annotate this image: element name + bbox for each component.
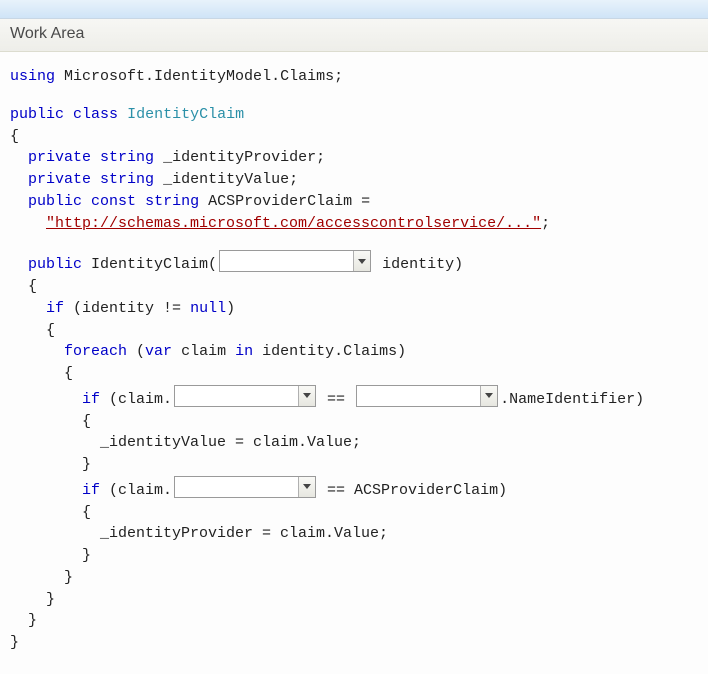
if2-open: (claim. xyxy=(109,482,172,499)
class-close-brace: } xyxy=(10,632,698,654)
using-line: using Microsoft.IdentityModel.Claims; xyxy=(10,66,698,88)
class-open-brace: { xyxy=(10,126,698,148)
kw-const: const xyxy=(91,193,136,210)
using-namespace: Microsoft.IdentityModel.Claims; xyxy=(64,68,343,85)
ctor-open-brace: { xyxy=(10,276,698,298)
field1-name: _identityProvider; xyxy=(163,149,325,166)
kw-string: string xyxy=(145,193,199,210)
if-nameidentifier-line: if (claim. == .NameIdentifier) xyxy=(10,385,698,411)
ctor-line: public IdentityClaim( identity) xyxy=(10,250,698,276)
kw-public: public xyxy=(10,106,64,123)
if-null-open-brace: { xyxy=(10,320,698,342)
const-decl-line: public const string ACSProviderClaim = xyxy=(10,191,698,213)
claim-property-dropdown-1[interactable] xyxy=(174,385,316,407)
if1-open: (claim. xyxy=(109,391,172,408)
kw-string: string xyxy=(100,171,154,188)
ctor-close-param: identity) xyxy=(373,256,463,273)
cond-close: ) xyxy=(226,300,235,317)
field2-name: _identityValue; xyxy=(163,171,298,188)
const-semicolon: ; xyxy=(541,215,550,232)
kw-class: class xyxy=(73,106,118,123)
kw-string: string xyxy=(100,149,154,166)
foreach-open-a: ( xyxy=(136,343,145,360)
const-value-line: "http://schemas.microsoft.com/accesscont… xyxy=(10,213,698,235)
chevron-down-icon xyxy=(480,386,497,406)
if-null-line: if (identity != null) xyxy=(10,298,698,320)
assign-identity-provider: _identityProvider = claim.Value; xyxy=(10,523,698,545)
kw-if: if xyxy=(82,482,100,499)
kw-null: null xyxy=(190,300,226,317)
const-value: "http://schemas.microsoft.com/accesscont… xyxy=(46,215,541,232)
class-name: IdentityClaim xyxy=(127,106,244,123)
if2-open-brace: { xyxy=(10,502,698,524)
if-null-close-brace: } xyxy=(10,589,698,611)
if2-close-brace: } xyxy=(10,545,698,567)
field-identity-provider: private string _identityProvider; xyxy=(10,147,698,169)
acs-close: == ACSProviderClaim) xyxy=(318,482,507,499)
kw-foreach: foreach xyxy=(64,343,127,360)
claim-compare-dropdown[interactable] xyxy=(356,385,498,407)
assign-identity-value: _identityValue = claim.Value; xyxy=(10,432,698,454)
code-editor: using Microsoft.IdentityModel.Claims; pu… xyxy=(0,52,708,674)
work-area-header: Work Area xyxy=(0,19,708,52)
claim-property-dropdown-2[interactable] xyxy=(174,476,316,498)
param-type-dropdown[interactable] xyxy=(219,250,371,272)
field-identity-value: private string _identityValue; xyxy=(10,169,698,191)
foreach-close-brace: } xyxy=(10,567,698,589)
kw-public: public xyxy=(28,256,82,273)
chevron-down-icon xyxy=(298,477,315,497)
foreach-line: foreach (var claim in identity.Claims) xyxy=(10,341,698,363)
chevron-down-icon xyxy=(353,251,370,271)
work-area-title: Work Area xyxy=(10,25,84,42)
ctor-open: IdentityClaim( xyxy=(91,256,217,273)
if-acsprovider-line: if (claim. == ACSProviderClaim) xyxy=(10,476,698,502)
top-accent-band xyxy=(0,0,708,19)
eq1: == xyxy=(318,391,354,408)
kw-private: private xyxy=(28,171,91,188)
chevron-down-icon xyxy=(298,386,315,406)
const-name: ACSProviderClaim = xyxy=(208,193,370,210)
kw-using: using xyxy=(10,68,55,85)
if1-close-brace: } xyxy=(10,454,698,476)
foreach-mid2: identity.Claims) xyxy=(253,343,406,360)
foreach-mid1: claim xyxy=(172,343,235,360)
foreach-open-brace: { xyxy=(10,363,698,385)
ctor-close-brace: } xyxy=(10,610,698,632)
kw-private: private xyxy=(28,149,91,166)
kw-var: var xyxy=(145,343,172,360)
if1-open-brace: { xyxy=(10,411,698,433)
kw-in: in xyxy=(235,343,253,360)
nameid-close: .NameIdentifier) xyxy=(500,391,644,408)
cond-open: (identity != xyxy=(73,300,190,317)
class-decl-line: public class IdentityClaim xyxy=(10,104,698,126)
kw-public: public xyxy=(28,193,82,210)
kw-if: if xyxy=(82,391,100,408)
kw-if: if xyxy=(46,300,64,317)
